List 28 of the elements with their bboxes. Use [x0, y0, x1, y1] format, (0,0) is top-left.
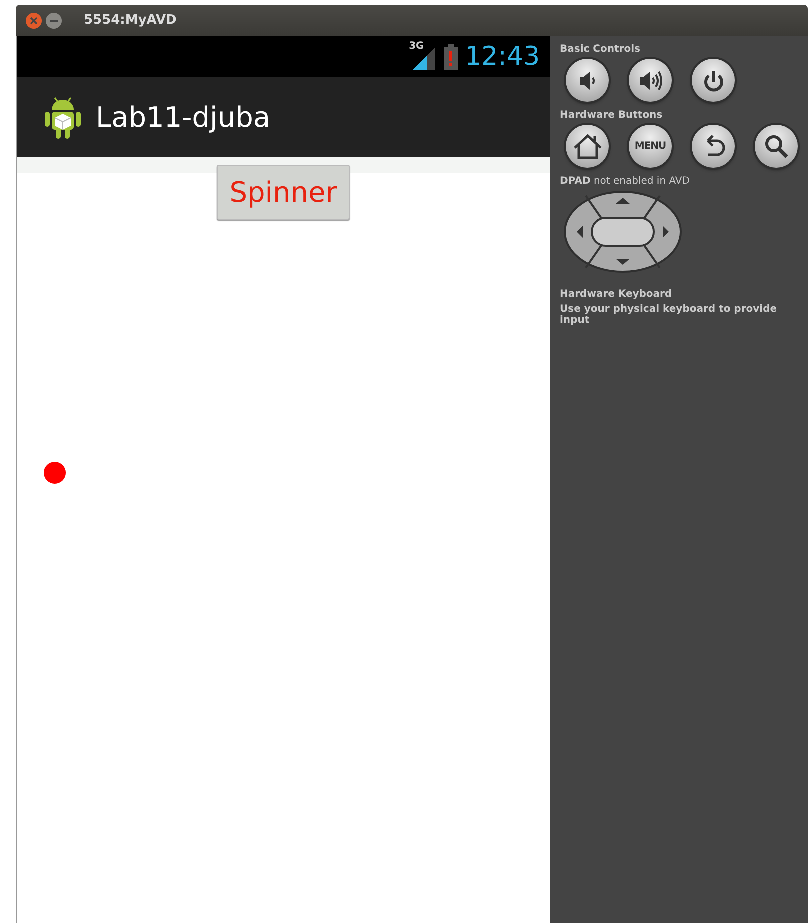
volume-down-button[interactable]: [566, 59, 609, 102]
dpad-notice: DPAD not enabled in AVD: [560, 176, 691, 187]
close-button[interactable]: [26, 12, 42, 28]
home-icon: [573, 134, 602, 159]
keyboard-hint: Use your physical keyboard to provide input: [560, 304, 778, 326]
close-icon: [30, 16, 38, 24]
minimize-icon: [50, 20, 58, 22]
back-arrow-icon: [706, 134, 725, 156]
home-button[interactable]: [566, 125, 609, 168]
window-title: 5554:MyAVD: [84, 13, 177, 28]
search-button[interactable]: [755, 125, 798, 168]
dot-mark: [44, 462, 66, 484]
speaker-icon: [580, 72, 594, 90]
app-title: Lab11-djuba: [96, 100, 270, 134]
keyboard-heading: Hardware Keyboard: [560, 289, 674, 300]
minimize-button[interactable]: [46, 12, 62, 28]
clock-time: 12:43: [465, 42, 540, 72]
network-type: 3G: [409, 40, 424, 52]
back-button[interactable]: [692, 125, 735, 168]
section-label: Basic Controls: [560, 44, 642, 55]
menu-button[interactable]: MENU: [629, 125, 672, 168]
battery-icon: [443, 44, 460, 70]
section-label: Hardware Buttons: [560, 110, 664, 121]
volume-up-button[interactable]: [629, 59, 672, 102]
power-icon: [704, 70, 723, 92]
power-button[interactable]: [692, 59, 735, 102]
search-icon: [765, 135, 788, 158]
speaker-icon: [640, 70, 662, 90]
